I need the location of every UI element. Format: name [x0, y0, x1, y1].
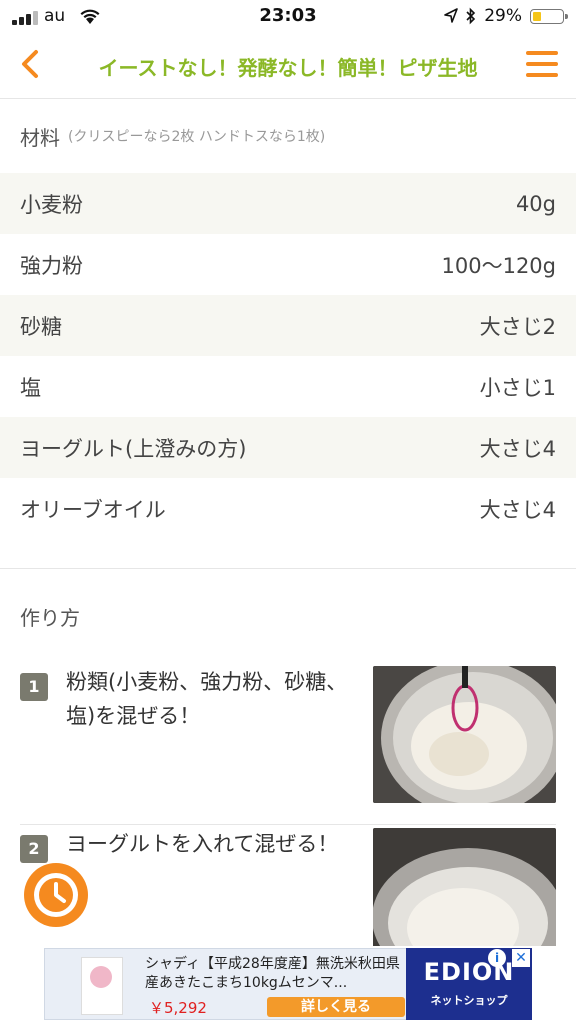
step-photo[interactable] [373, 666, 556, 803]
ingredient-amount: 小さじ1 [479, 375, 556, 400]
step-text: 粉類(小麦粉、強力粉、砂糖、塩)を混ぜる！ [66, 670, 348, 728]
ingredient-name: オリーブオイル [20, 497, 166, 522]
ingredient-row: オリーブオイル 大さじ4 [0, 478, 576, 539]
ingredient-name: 強力粉 [20, 253, 83, 278]
ingredient-row: 強力粉 100〜120g [0, 234, 576, 295]
steps-heading: 作り方 [20, 605, 80, 630]
close-icon[interactable]: ✕ [512, 949, 530, 967]
ad-cta-button[interactable]: 詳しく見る [267, 997, 405, 1017]
status-bar: au 23:03 29% [0, 0, 576, 34]
ad-price: ￥5,292 [149, 999, 207, 1017]
ad-banner[interactable]: シャディ【平成28年度産】無洗米秋田県産あきたこまち10kgムセンマ... ￥5… [0, 946, 576, 1024]
ingredient-name: 小麦粉 [20, 192, 83, 217]
hamburger-menu-icon[interactable] [526, 50, 558, 78]
ad-title: シャディ【平成28年度産】無洗米秋田県産あきたこまち10kgムセンマ... [145, 956, 400, 991]
ingredient-row: 小麦粉 40g [0, 173, 576, 234]
ad-product-image [81, 957, 123, 1015]
battery-icon [530, 8, 568, 24]
clock-icon [34, 873, 78, 917]
bluetooth-icon [466, 7, 476, 25]
ingredient-amount: 40g [515, 191, 556, 216]
ingredients-note: (クリスピーなら2枚 ハンドトスなら1枚) [68, 129, 326, 145]
info-icon[interactable]: i [488, 949, 506, 967]
ingredient-row: 砂糖 大さじ2 [0, 295, 576, 356]
timer-button[interactable] [24, 863, 88, 927]
ingredient-name: 砂糖 [20, 314, 62, 339]
ingredients-header: 材料 (クリスピーなら2枚 ハンドトスなら1枚) [0, 99, 576, 173]
page-title: イーストなし！発酵なし！簡単！ピザ生地 [98, 56, 478, 80]
ingredient-amount: 大さじ2 [479, 314, 556, 339]
ad-logo-subtext: ネットショップ [430, 994, 508, 1007]
ingredient-row: 塩 小さじ1 [0, 356, 576, 417]
step-number: 1 [20, 673, 48, 701]
step-number: 2 [20, 835, 48, 863]
ingredient-amount: 大さじ4 [479, 436, 556, 461]
navigation-bar: イーストなし！発酵なし！簡単！ピザ生地 [0, 34, 576, 99]
step-item: 1 粉類(小麦粉、強力粉、砂糖、塩)を混ぜる！ [0, 663, 576, 825]
battery-percent: 29% [484, 6, 522, 26]
chevron-left-icon[interactable] [14, 46, 50, 82]
step-text: ヨーグルトを入れて混ぜる！ [66, 832, 339, 856]
battery-fill [533, 11, 541, 21]
ingredient-name: 塩 [20, 375, 41, 400]
step-photo[interactable] [373, 828, 556, 965]
recipe-content: 材料 (クリスピーなら2枚 ハンドトスなら1枚) 小麦粉 40g 強力粉 100… [0, 99, 576, 987]
ingredient-name: ヨーグルト(上澄みの方) [20, 436, 247, 461]
ingredient-amount: 100〜120g [441, 253, 557, 278]
ingredients-heading: 材料 [20, 125, 60, 150]
ingredient-amount: 大さじ4 [479, 497, 556, 522]
location-arrow-icon [444, 8, 459, 23]
ingredient-row: ヨーグルト(上澄みの方) 大さじ4 [0, 417, 576, 478]
